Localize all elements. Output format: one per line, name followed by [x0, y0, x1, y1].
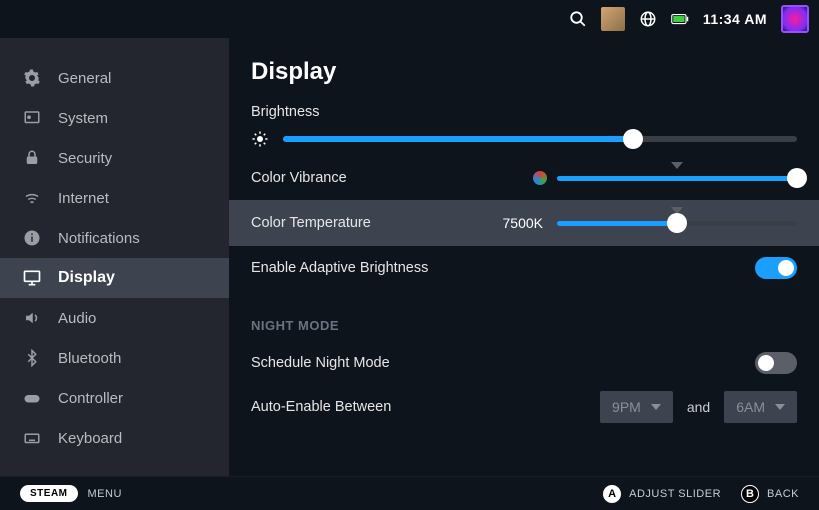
color-vibrance-row: Color Vibrance: [251, 156, 797, 200]
steam-button[interactable]: STEAM: [20, 485, 78, 502]
monitor-icon: [22, 268, 42, 288]
color-wheel-icon: [533, 171, 547, 185]
sidebar-item-display[interactable]: Display: [0, 258, 229, 298]
search-icon[interactable]: [569, 10, 587, 28]
user-avatar[interactable]: [781, 5, 809, 33]
adaptive-brightness-row: Enable Adaptive Brightness: [251, 246, 797, 290]
toggle-knob: [778, 260, 794, 276]
select-value: 9PM: [612, 399, 641, 415]
sidebar-item-audio[interactable]: Audio: [0, 298, 229, 338]
sidebar-item-internet[interactable]: Internet: [0, 178, 229, 218]
color-temperature-label: Color Temperature: [251, 215, 371, 231]
b-button-icon: B: [741, 485, 759, 503]
top-bar: 11:34 AM: [0, 0, 819, 38]
night-mode-header: NIGHT MODE: [251, 318, 797, 333]
sidebar-item-label: Keyboard: [58, 430, 122, 447]
night-mode-from-select[interactable]: 9PM: [600, 391, 673, 423]
color-vibrance-knob[interactable]: [787, 168, 807, 188]
sidebar-item-label: Security: [58, 150, 112, 167]
schedule-night-mode-label: Schedule Night Mode: [251, 355, 390, 371]
friends-avatar[interactable]: [601, 7, 625, 31]
sidebar-item-label: Audio: [58, 310, 96, 327]
sidebar-item-keyboard[interactable]: Keyboard: [0, 418, 229, 458]
gamepad-icon: [22, 388, 42, 408]
sidebar-item-label: Controller: [58, 390, 123, 407]
brightness-label: Brightness: [251, 104, 797, 120]
a-button-label: ADJUST SLIDER: [629, 488, 721, 500]
b-button-label: BACK: [767, 488, 799, 500]
chevron-down-icon: [651, 404, 661, 410]
page-title: Display: [251, 58, 797, 86]
schedule-night-mode-row: Schedule Night Mode: [251, 341, 797, 385]
settings-content: General System Security Internet Notific…: [0, 38, 819, 476]
sidebar-item-controller[interactable]: Controller: [0, 378, 229, 418]
network-icon[interactable]: [639, 10, 657, 28]
brightness-row: [251, 130, 797, 148]
toggle-knob: [758, 355, 774, 371]
select-value: 6AM: [736, 399, 765, 415]
wifi-icon: [22, 188, 42, 208]
sidebar-item-label: General: [58, 70, 111, 87]
brightness-slider[interactable]: [283, 136, 797, 142]
chevron-down-icon: [775, 404, 785, 410]
speaker-icon: [22, 308, 42, 328]
settings-sidebar: General System Security Internet Notific…: [0, 38, 229, 476]
bluetooth-icon: [22, 348, 42, 368]
sidebar-item-general[interactable]: General: [0, 58, 229, 98]
sidebar-item-label: Bluetooth: [58, 350, 121, 367]
color-vibrance-label: Color Vibrance: [251, 170, 347, 186]
adaptive-brightness-label: Enable Adaptive Brightness: [251, 260, 428, 276]
color-temperature-row[interactable]: Color Temperature 7500K: [229, 200, 819, 246]
auto-enable-row: Auto-Enable Between 9PM and 6AM: [251, 385, 797, 429]
sidebar-item-bluetooth[interactable]: Bluetooth: [0, 338, 229, 378]
battery-icon[interactable]: [671, 10, 689, 28]
sidebar-item-label: System: [58, 110, 108, 127]
and-text: and: [687, 399, 710, 415]
brightness-slider-fill: [283, 136, 633, 142]
auto-enable-label: Auto-Enable Between: [251, 399, 391, 415]
brightness-slider-knob[interactable]: [623, 129, 643, 149]
schedule-night-mode-toggle[interactable]: [755, 352, 797, 374]
lock-icon: [22, 148, 42, 168]
color-temperature-value: 7500K: [503, 215, 543, 231]
night-mode-to-select[interactable]: 6AM: [724, 391, 797, 423]
sidebar-item-system[interactable]: System: [0, 98, 229, 138]
color-vibrance-slider[interactable]: [557, 176, 797, 181]
default-marker-icon: [671, 162, 683, 169]
display-settings-panel: Display Brightness Color Vibrance: [229, 38, 819, 476]
system-icon: [22, 108, 42, 128]
color-temperature-slider[interactable]: [557, 221, 797, 226]
sidebar-item-label: Display: [58, 269, 115, 287]
gear-icon: [22, 68, 42, 88]
info-icon: [22, 228, 42, 248]
sidebar-item-label: Internet: [58, 190, 109, 207]
sidebar-item-label: Notifications: [58, 230, 140, 247]
sidebar-item-notifications[interactable]: Notifications: [0, 218, 229, 258]
adaptive-brightness-toggle[interactable]: [755, 257, 797, 279]
keyboard-icon: [22, 428, 42, 448]
bottom-bar: STEAM MENU A ADJUST SLIDER B BACK: [0, 476, 819, 510]
sidebar-item-security[interactable]: Security: [0, 138, 229, 178]
a-button-icon: A: [603, 485, 621, 503]
brightness-icon: [251, 130, 269, 148]
color-vibrance-fill: [557, 176, 797, 181]
color-temperature-fill: [557, 221, 677, 226]
color-temperature-knob[interactable]: [667, 213, 687, 233]
menu-hint-label: MENU: [88, 488, 122, 500]
clock: 11:34 AM: [703, 11, 767, 27]
